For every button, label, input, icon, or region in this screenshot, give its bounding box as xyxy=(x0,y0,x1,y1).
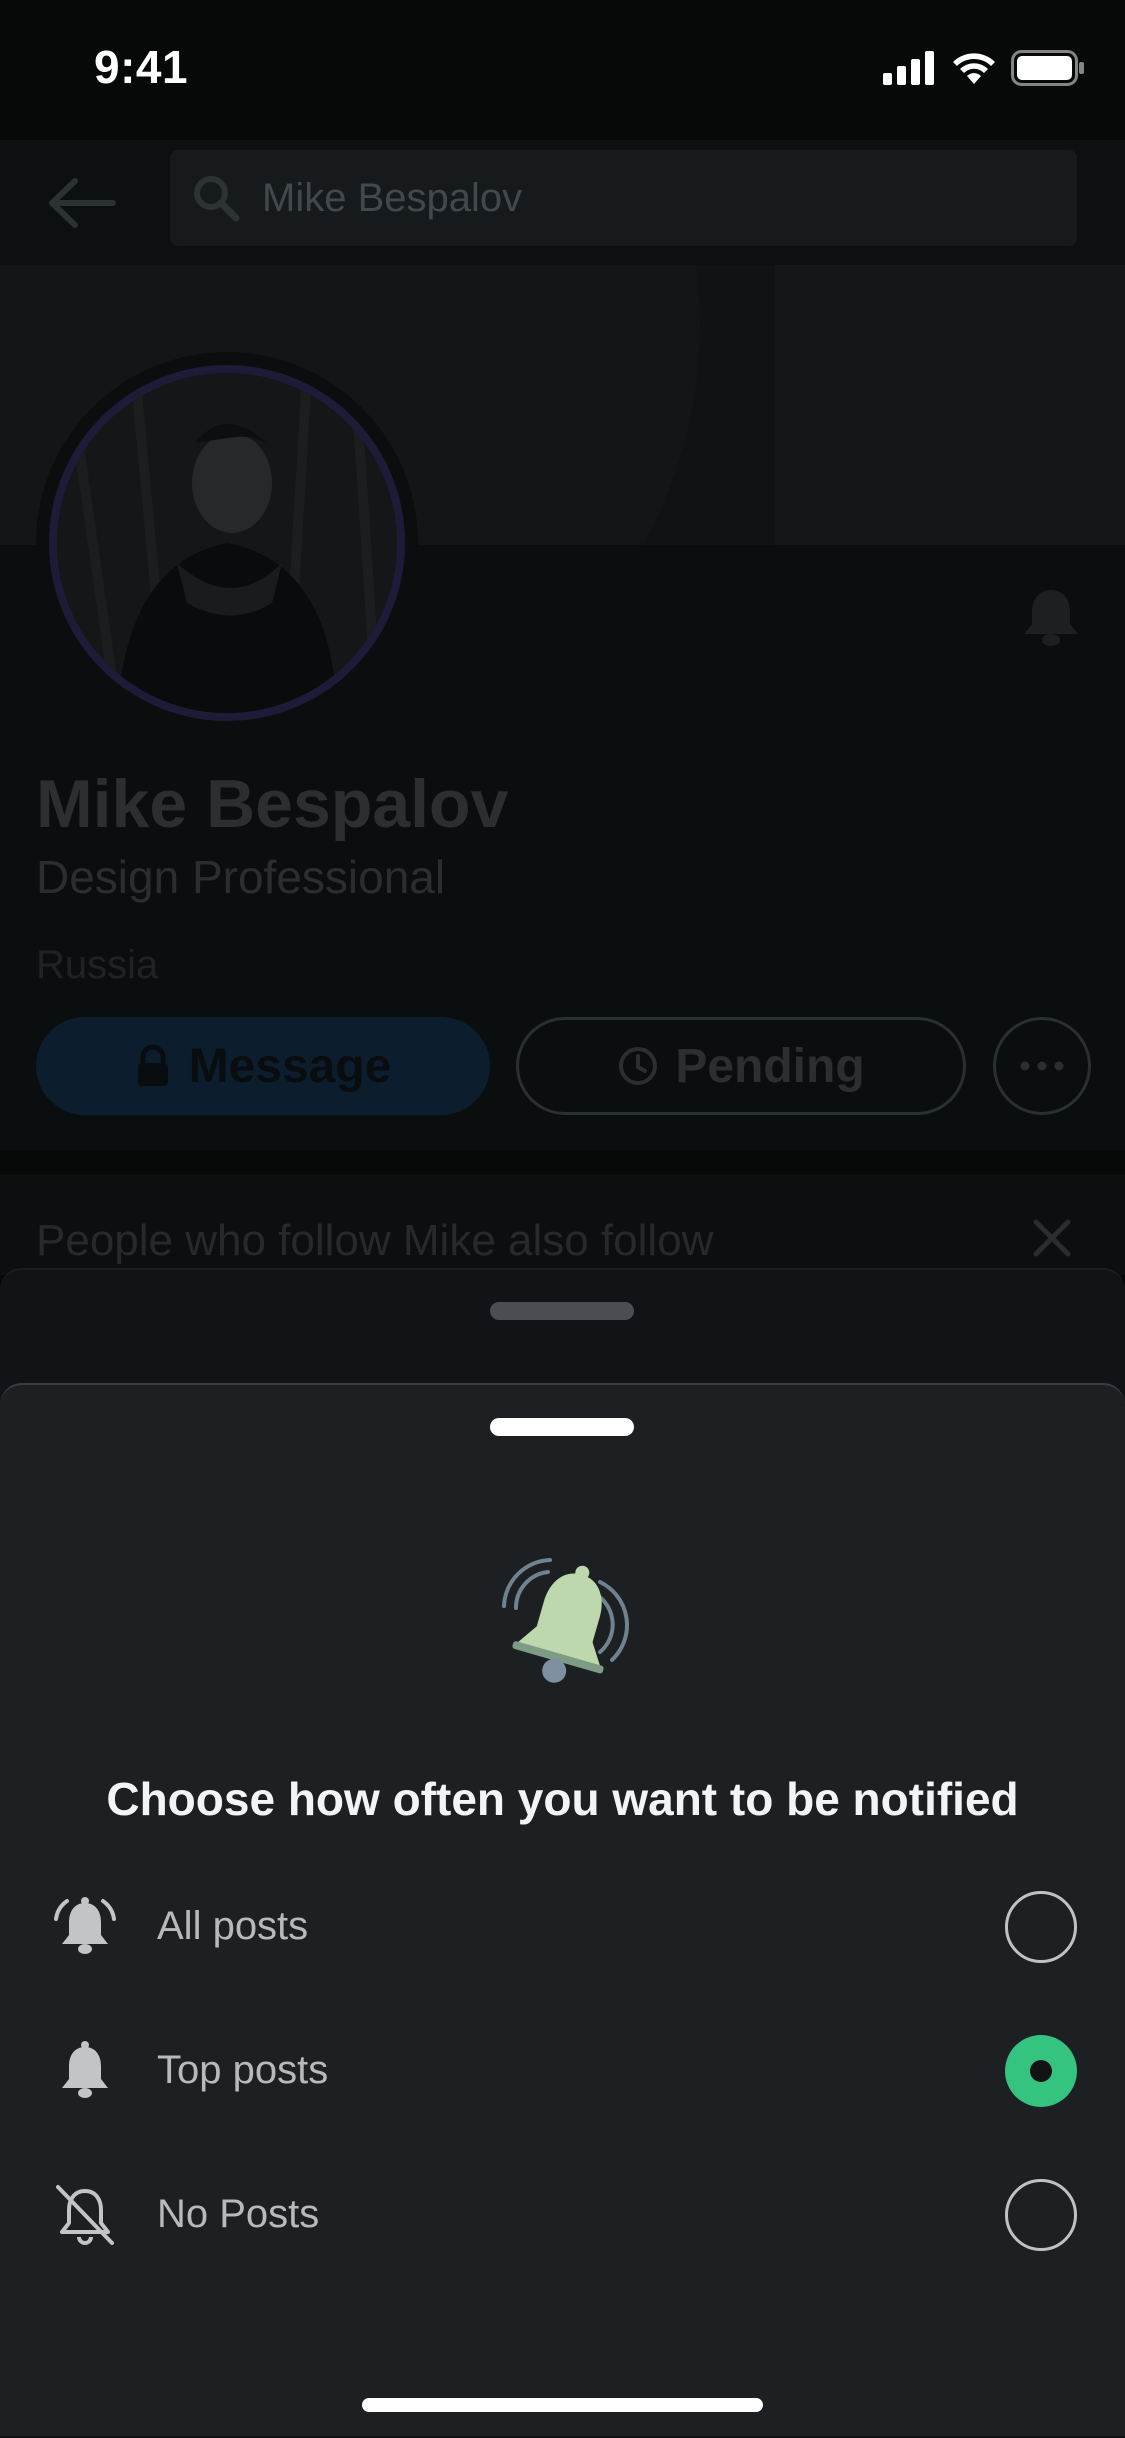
lock-icon xyxy=(137,1044,168,1086)
avatar-photo xyxy=(57,373,397,713)
option-all-posts-radio[interactable] xyxy=(1005,1891,1077,1963)
back-arrow-icon xyxy=(49,178,116,228)
profile-location: Russia xyxy=(36,943,159,987)
option-top-posts-radio[interactable] xyxy=(1005,2035,1077,2107)
bell-off-icon xyxy=(56,2185,114,2245)
profile-headline: Design Professional xyxy=(36,851,446,903)
wifi-icon xyxy=(953,53,995,84)
pending-button[interactable]: Pending xyxy=(516,1017,966,1115)
back-button[interactable] xyxy=(44,165,120,241)
battery-icon xyxy=(1011,50,1084,86)
sheet-title: Choose how often you want to be notified xyxy=(106,1773,1019,1825)
pending-button-label: Pending xyxy=(675,1039,865,1093)
option-top-posts-label: Top posts xyxy=(157,2048,329,2092)
search-bar[interactable] xyxy=(170,150,1077,246)
option-all-posts[interactable]: All posts xyxy=(0,1857,1125,1997)
clock-icon xyxy=(619,1047,658,1085)
status-time: 9:41 xyxy=(94,41,189,93)
message-button-label: Message xyxy=(188,1039,392,1093)
profile-name: Mike Bespalov xyxy=(36,766,509,842)
bell-icon xyxy=(62,2041,108,2098)
notification-bell-icon[interactable] xyxy=(1018,584,1084,650)
suggestions-title: People who follow Mike also follow xyxy=(36,1216,714,1265)
option-all-posts-label: All posts xyxy=(157,1904,309,1948)
search-input[interactable] xyxy=(260,174,1044,222)
sheet-drag-handle[interactable] xyxy=(490,1418,634,1436)
background-sheet-handle[interactable] xyxy=(490,1302,634,1320)
option-no-posts-label: No Posts xyxy=(157,2192,320,2236)
home-indicator[interactable] xyxy=(362,2398,763,2412)
option-no-posts[interactable]: No Posts xyxy=(0,2145,1125,2285)
bell-ringing-icon xyxy=(54,1897,116,1954)
option-no-posts-radio[interactable] xyxy=(1005,2179,1077,2251)
search-icon xyxy=(194,176,240,222)
close-icon[interactable] xyxy=(1028,1214,1076,1262)
more-button[interactable] xyxy=(993,1017,1091,1115)
more-dots-icon xyxy=(1020,1061,1064,1071)
signal-icon xyxy=(883,51,934,85)
message-button[interactable]: Message xyxy=(36,1017,490,1115)
status-icons xyxy=(883,48,1085,88)
ringing-bell-icon xyxy=(502,1558,629,1683)
avatar[interactable] xyxy=(36,352,418,734)
option-top-posts[interactable]: Top posts xyxy=(0,2001,1125,2141)
